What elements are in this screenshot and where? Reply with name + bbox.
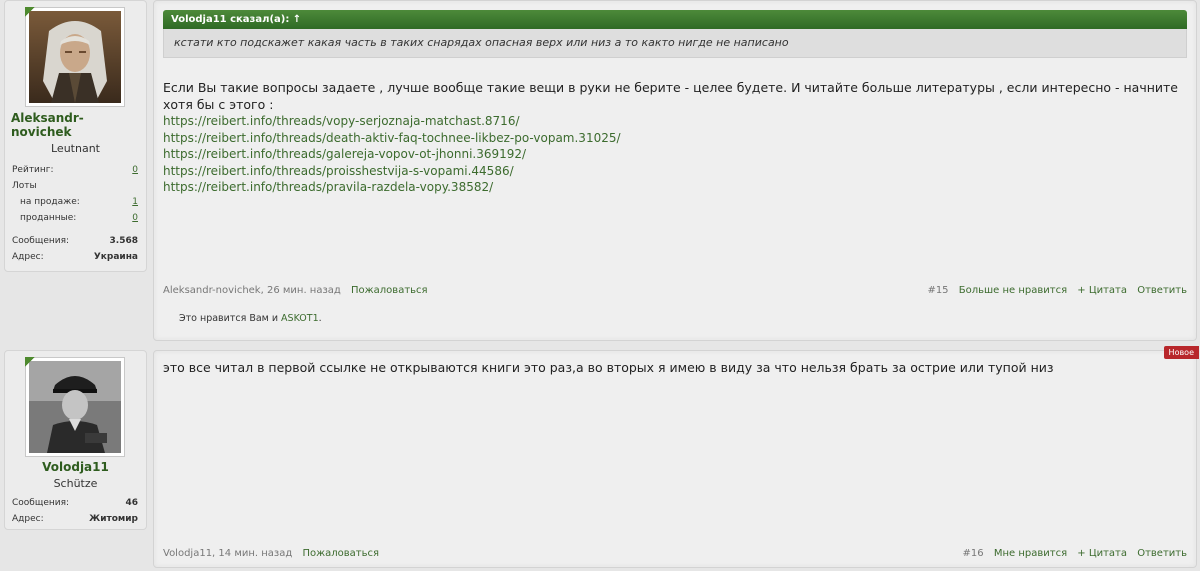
message-link[interactable]: https://reibert.info/threads/vopy-serjoz…: [163, 113, 1184, 130]
message-paragraph: Если Вы такие вопросы задаете , лучше во…: [163, 80, 1178, 112]
message-paragraph: это все читал в первой ссылке не открыва…: [163, 360, 1054, 375]
reply-button[interactable]: Ответить: [1137, 285, 1187, 296]
message-text: это все читал в первой ссылке не открыва…: [163, 360, 1184, 377]
reply-button[interactable]: Ответить: [1137, 548, 1187, 559]
stat-label: Адрес:: [12, 514, 44, 524]
quote-text: кстати кто подскажет какая часть в таких…: [163, 29, 1187, 58]
message-link[interactable]: https://reibert.info/threads/galereja-vo…: [163, 146, 1184, 163]
stat-value-link[interactable]: 0: [132, 212, 138, 224]
message-footer: Volodja11, 14 мин. назад Пожаловаться #1…: [163, 548, 1187, 559]
new-badge: Новое: [1163, 346, 1199, 359]
liked-user-link[interactable]: ASKOT1: [281, 313, 319, 324]
stat-label: на продаже:: [20, 197, 80, 207]
stat-label: Лоты: [12, 181, 37, 191]
stat-value-link[interactable]: 1: [132, 196, 138, 208]
stat-label: Рейтинг:: [12, 165, 54, 175]
stat-address: Адрес: Житомир: [12, 513, 138, 525]
avatar-image: [29, 11, 121, 103]
unlike-button[interactable]: Больше не нравится: [959, 285, 1067, 296]
quote-button[interactable]: + Цитата: [1077, 548, 1127, 559]
message-footer: Aleksandr-novichek, 26 мин. назад Пожало…: [163, 285, 1187, 296]
post-number-link[interactable]: #16: [963, 548, 984, 559]
stat-label: Сообщения:: [12, 236, 70, 246]
report-link[interactable]: Пожаловаться: [302, 548, 379, 559]
report-link[interactable]: Пожаловаться: [351, 285, 428, 296]
user-name[interactable]: Volodja11: [5, 460, 146, 474]
message-text: Если Вы такие вопросы задаете , лучше во…: [163, 80, 1184, 196]
likes-prefix: Это нравится Вам и: [179, 313, 282, 324]
likes-summary: Это нравится Вам и ASKOT1.: [179, 313, 322, 324]
user-info-panel: Volodja11 Schütze Сообщения: 46 Адрес: Ж…: [4, 350, 147, 530]
stat-value: 46: [125, 498, 138, 508]
stat-sold: проданные: 0: [20, 212, 138, 224]
stat-lots: Лоты: [12, 180, 138, 192]
stat-value: Житомир: [89, 514, 138, 524]
like-button[interactable]: Мне нравится: [994, 548, 1067, 559]
post-number-link[interactable]: #15: [927, 285, 948, 296]
stat-address: Адрес: Украина: [12, 251, 138, 263]
avatar[interactable]: [25, 7, 125, 107]
message-link[interactable]: https://reibert.info/threads/proisshestv…: [163, 163, 1184, 180]
message-post-15: Volodja11 сказал(а): ↑ кстати кто подска…: [153, 0, 1197, 341]
stat-label: проданные:: [20, 213, 77, 223]
stat-value: 3.568: [109, 236, 138, 246]
likes-suffix: .: [318, 313, 322, 324]
stat-messages: Сообщения: 46: [12, 497, 138, 509]
user-rank: Leutnant: [51, 142, 100, 155]
stat-label: Сообщения:: [12, 498, 70, 508]
message-link[interactable]: https://reibert.info/threads/pravila-raz…: [163, 179, 1184, 196]
stat-messages: Сообщения: 3.568: [12, 235, 138, 247]
stat-value-link[interactable]: 0: [132, 164, 138, 176]
quote-button[interactable]: + Цитата: [1077, 285, 1127, 296]
avatar[interactable]: [25, 357, 125, 457]
message-link[interactable]: https://reibert.info/threads/death-aktiv…: [163, 130, 1184, 147]
user-rank: Schütze: [53, 477, 98, 490]
stat-rating: Рейтинг: 0: [12, 164, 138, 176]
post-meta[interactable]: Aleksandr-novichek, 26 мин. назад: [163, 285, 341, 296]
quote-header[interactable]: Volodja11 сказал(а): ↑: [163, 10, 1187, 29]
stat-on-sale: на продаже: 1: [20, 196, 138, 208]
user-name[interactable]: Aleksandr-novichek: [5, 111, 105, 139]
post-meta[interactable]: Volodja11, 14 мин. назад: [163, 548, 292, 559]
avatar-image: [29, 361, 121, 453]
user-info-panel: Aleksandr-novichek Leutnant Рейтинг: 0 Л…: [4, 0, 147, 272]
stat-value: Украина: [93, 252, 138, 262]
message-post-16: Новое это все читал в первой ссылке не о…: [153, 346, 1199, 568]
stat-label: Адрес:: [12, 252, 44, 262]
